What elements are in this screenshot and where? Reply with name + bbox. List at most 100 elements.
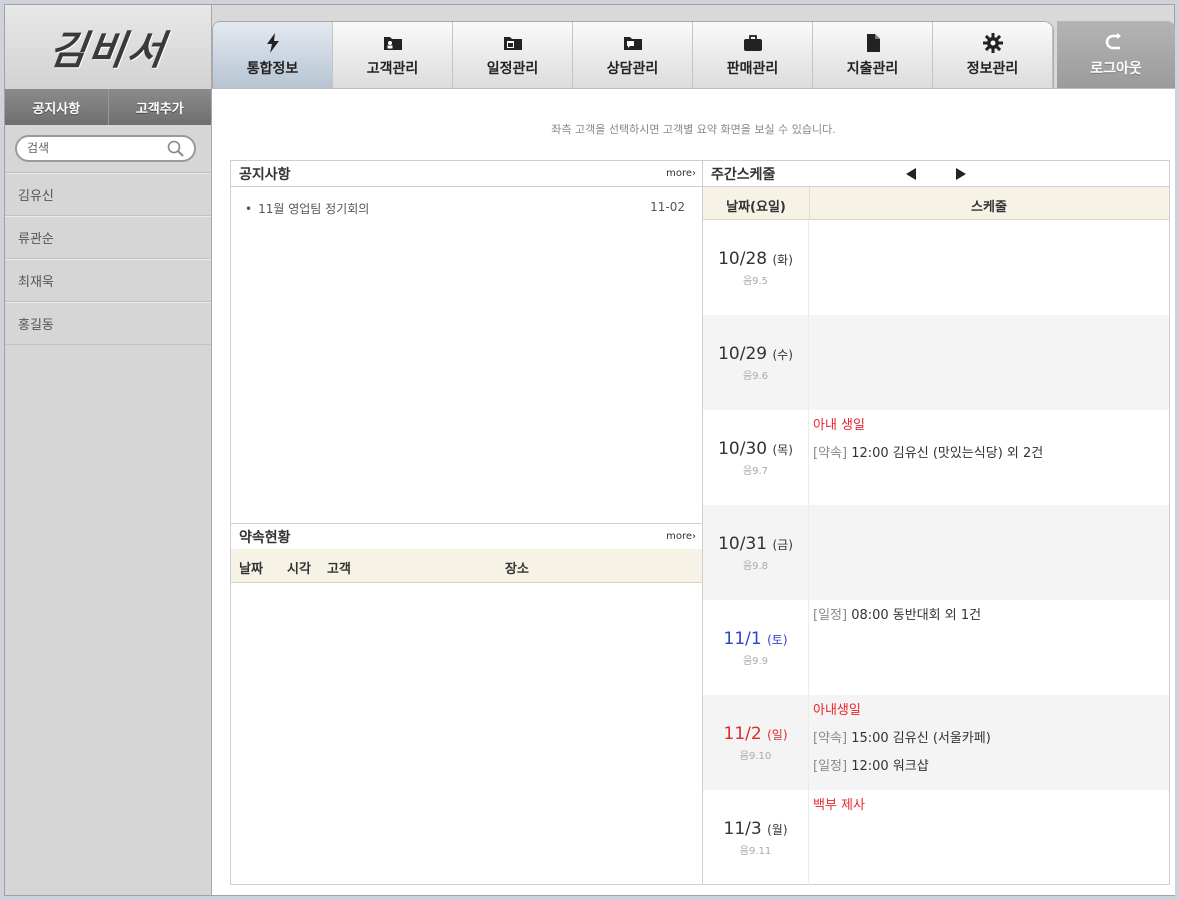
event-tag: [일정] [813, 759, 848, 774]
schedule-date-cell[interactable]: 11/1 (토) 음9.9 [703, 600, 809, 695]
schedule-date: 10/30 (목) [718, 439, 793, 459]
col-date: 날짜 [239, 562, 263, 577]
lunar-date: 음9.5 [742, 275, 769, 287]
folder-person-icon [382, 32, 404, 54]
event-text: 12:00 워크샵 [847, 759, 929, 774]
schedule-cell: 아내 생일 [약속] 12:00 김유신 (맛있는식당) 외 2건 [809, 410, 1169, 505]
lunar-date: 음9.9 [742, 655, 769, 667]
notice-item-date: 11-02 [650, 200, 685, 214]
weekly-title: 주간스케줄 [711, 166, 776, 183]
schedule-row: 10/30 (목) 음9.7 아내 생일 [약속] 12:00 김유신 (맛있는식당)… [703, 410, 1169, 505]
schedule-date-cell[interactable]: 11/2 (일) 음9.10 [703, 695, 809, 790]
schedule-event[interactable]: [약속] 12:00 김유신 (맛있는식당) 외 2건 [813, 444, 1169, 472]
nav-tab[interactable]: 고객관리 [333, 22, 453, 88]
logout-button[interactable]: 로그아웃 [1057, 21, 1175, 88]
schedule-day-of-week: (월) [767, 822, 788, 837]
schedule-date-cell[interactable]: 10/28 (화) 음9.5 [703, 220, 809, 315]
search-box [15, 135, 196, 162]
weekly-column-header: 날짜(요일) 스케줄 [703, 187, 1169, 220]
schedule-row: 10/29 (수) 음9.6 [703, 315, 1169, 410]
gear-icon [982, 32, 1004, 54]
schedule-event[interactable]: 백부 제사 [813, 796, 1169, 824]
lightning-icon [262, 32, 284, 54]
sidebar-tab-notice[interactable]: 공지사항 [5, 89, 108, 125]
schedule-day-of-week: (목) [772, 442, 793, 457]
event-tag: [약속] [813, 446, 848, 461]
customer-item[interactable]: 최재욱 [5, 259, 211, 302]
schedule-day-of-week: (화) [772, 252, 793, 267]
notice-more-link[interactable]: more› [666, 168, 696, 179]
col-date-dow: 날짜(요일) [726, 200, 786, 215]
schedule-date-cell[interactable]: 10/30 (목) 음9.7 [703, 410, 809, 505]
schedule-cell: 백부 제사 [809, 790, 1169, 885]
schedule-event[interactable]: 아내생일 [813, 701, 1169, 729]
schedule-event[interactable]: [약속] 15:00 김유신 (서울카페) [813, 729, 1169, 757]
nav-tab[interactable]: 통합정보 [213, 22, 333, 88]
schedule-date: 11/1 (토) [724, 629, 788, 649]
nav-tab[interactable]: 판매관리 [693, 22, 813, 88]
search-icon[interactable] [166, 139, 186, 159]
schedule-row: 11/1 (토) 음9.9 [일정] 08:00 동반대회 외 1건 [703, 600, 1169, 695]
col-customer: 고객 [327, 562, 351, 577]
schedule-event[interactable]: 아내 생일 [813, 416, 1169, 444]
prev-week-icon[interactable] [906, 168, 916, 180]
nav-tab[interactable]: 정보관리 [933, 22, 1053, 88]
notice-panel: 공지사항 more› • 11월 영업팀 정기회의 11-02 [230, 160, 702, 524]
lunar-date: 음9.10 [739, 750, 772, 762]
schedule-date: 11/3 (월) [724, 819, 788, 839]
logo: 김비서 [5, 5, 211, 89]
search-input[interactable] [27, 137, 167, 159]
schedule-row: 10/28 (화) 음9.5 [703, 220, 1169, 315]
schedule-date-cell[interactable]: 10/29 (수) 음9.6 [703, 315, 809, 410]
customer-item[interactable]: 류관순 [5, 216, 211, 259]
lunar-date: 음9.7 [742, 465, 769, 477]
main-nav: 통합정보 고객관리 일정관리 상담관리 판매관리 지출관리 정보관리 [212, 21, 1054, 88]
schedule-event[interactable]: [일정] 12:00 워크샵 [813, 757, 1169, 785]
appointments-panel: 약속현황 more› 날짜 시각 고객 장소 [230, 523, 702, 885]
appointments-more-link[interactable]: more› [666, 531, 696, 542]
nav-tab[interactable]: 일정관리 [453, 22, 573, 88]
lunar-date: 음9.6 [742, 370, 769, 382]
folder-chat-icon [622, 32, 644, 54]
schedule-date-text: 11/1 [723, 628, 762, 649]
event-tag: [일정] [813, 608, 848, 623]
event-text: 백부 제사 [813, 798, 865, 813]
nav-tab-label: 지출관리 [846, 61, 899, 77]
customer-item[interactable]: 홍길동 [5, 302, 211, 345]
briefcase-icon [742, 32, 764, 54]
schedule-cell [809, 315, 1169, 410]
customer-list: 김유신 류관순 최재욱 홍길동 [5, 173, 211, 345]
sidebar-tab-add-customer[interactable]: 고객추가 [107, 89, 212, 125]
schedule-date: 10/29 (수) [718, 344, 793, 364]
notice-header: 공지사항 more› [231, 161, 702, 187]
appointments-title: 약속현황 [239, 529, 291, 546]
sidebar-tabs: 공지사항 고객추가 [5, 89, 211, 125]
logo-text: 김비서 [46, 27, 170, 74]
notice-item[interactable]: • 11월 영업팀 정기회의 11-02 [245, 200, 685, 217]
schedule-row: 11/3 (월) 음9.11 백부 제사 [703, 790, 1169, 885]
nav-tab-label: 고객관리 [366, 61, 419, 77]
schedule-day-of-week: (수) [772, 347, 793, 362]
schedule-date-cell[interactable]: 10/31 (금) 음9.8 [703, 505, 809, 600]
schedule-date-text: 11/2 [723, 723, 762, 744]
schedule-event[interactable]: [일정] 08:00 동반대회 외 1건 [813, 606, 1169, 634]
notice-item-text: 11월 영업팀 정기회의 [258, 202, 370, 216]
schedule-day-of-week: (토) [767, 632, 788, 647]
schedule-cell [809, 220, 1169, 315]
logout-arrow-icon [1105, 32, 1121, 49]
col-time: 시각 [287, 562, 311, 577]
nav-tab-label: 판매관리 [726, 61, 779, 77]
event-text: 아내생일 [813, 703, 861, 718]
appointments-column-header: 날짜 시각 고객 장소 [231, 549, 702, 583]
folder-calendar-icon [502, 32, 524, 54]
nav-tab[interactable]: 상담관리 [573, 22, 693, 88]
schedule-date-cell[interactable]: 11/3 (월) 음9.11 [703, 790, 809, 885]
customer-item[interactable]: 김유신 [5, 173, 211, 216]
event-text: 12:00 김유신 (맛있는식당) 외 2건 [847, 446, 1044, 461]
event-text: 15:00 김유신 (서울카페) [847, 731, 991, 746]
notice-title: 공지사항 [239, 166, 291, 183]
next-week-icon[interactable] [956, 168, 966, 180]
document-icon [862, 32, 884, 54]
nav-tab[interactable]: 지출관리 [813, 22, 933, 88]
weekly-schedule-panel: 주간스케줄 날짜(요일) 스케줄 10/28 (화) 음9.5 10/29 (수) 음… [702, 160, 1170, 885]
